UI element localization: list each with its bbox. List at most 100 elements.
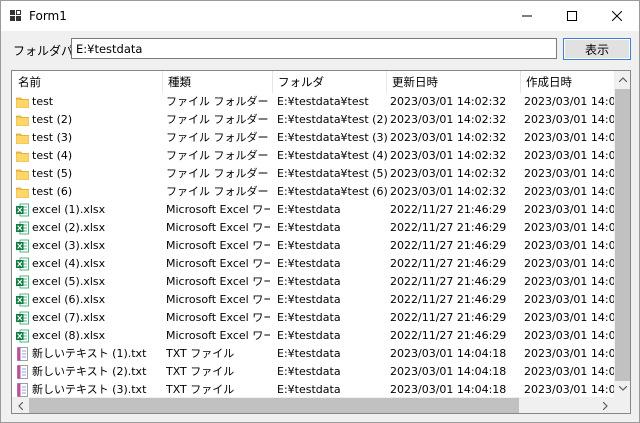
cell-folder: E:¥testdata	[277, 365, 341, 378]
scroll-up-button[interactable]	[614, 71, 630, 88]
column-header-row: 名前 種類 フォルダ 更新日時 作成日時	[12, 71, 614, 93]
excel-icon	[16, 275, 29, 289]
column-header-created[interactable]: 作成日時	[520, 71, 614, 93]
cell-created: 2023/03/01 14:02:32	[524, 167, 614, 180]
table-row[interactable]: test (4) ファイル フォルダー E:¥testdata¥test (4) 20…	[12, 147, 614, 165]
cell-created: 2023/03/01 14:02:32	[524, 203, 614, 216]
cell-name: excel (2).xlsx	[32, 221, 106, 234]
table-row[interactable]: test (5) ファイル フォルダー E:¥testdata¥test (5) 20…	[12, 165, 614, 183]
cell-name: test (2)	[32, 113, 73, 126]
cell-created: 2023/03/01 14:02:32	[524, 185, 614, 198]
vertical-scrollbar[interactable]	[614, 71, 630, 397]
cell-created: 2023/03/01 14:02:32	[524, 131, 614, 144]
table-row[interactable]: excel (3).xlsx Microsoft Excel ワー... E:¥te…	[12, 237, 614, 255]
cell-modified: 2022/11/27 21:46:29	[390, 257, 507, 270]
excel-icon	[16, 311, 29, 325]
table-row[interactable]: test ファイル フォルダー E:¥testdata¥test 2023/03/01…	[12, 93, 614, 111]
cell-folder: E:¥testdata¥test (5)	[277, 167, 387, 180]
cell-created: 2023/03/01 14:03:00	[524, 239, 614, 252]
table-row[interactable]: excel (8).xlsx Microsoft Excel ワー... E:¥te…	[12, 327, 614, 345]
column-header-name[interactable]: 名前	[12, 71, 162, 93]
cell-created: 2023/03/01 14:03:00	[524, 221, 614, 234]
horizontal-scroll-thumb[interactable]	[29, 398, 519, 413]
folder-icon	[16, 131, 29, 145]
cell-modified: 2022/11/27 21:46:29	[390, 239, 507, 252]
maximize-button[interactable]	[549, 1, 594, 31]
table-row[interactable]: 新しいテキスト (2).txt TXT ファイル E:¥testdata 2023/0…	[12, 363, 614, 381]
folder-path-input[interactable]	[71, 38, 557, 59]
folder-icon	[16, 149, 29, 163]
cell-folder: E:¥testdata	[277, 239, 341, 252]
cell-name: excel (5).xlsx	[32, 275, 106, 288]
folder-icon	[16, 185, 29, 199]
minimize-icon	[521, 15, 532, 17]
table-row[interactable]: test (2) ファイル フォルダー E:¥testdata¥test (2) 20…	[12, 111, 614, 129]
cell-name: excel (6).xlsx	[32, 293, 106, 306]
cell-modified: 2022/11/27 21:46:29	[390, 221, 507, 234]
table-row[interactable]: excel (4).xlsx Microsoft Excel ワー... E:¥te…	[12, 255, 614, 273]
cell-modified: 2022/11/27 21:46:29	[390, 293, 507, 306]
chevron-down-icon	[618, 386, 627, 391]
scroll-left-button[interactable]	[12, 397, 29, 413]
cell-name: excel (1).xlsx	[32, 203, 106, 216]
cell-modified: 2023/03/01 14:02:32	[390, 113, 507, 126]
table-row[interactable]: test (6) ファイル フォルダー E:¥testdata¥test (6) 20…	[12, 183, 614, 201]
close-button[interactable]	[594, 1, 639, 31]
cell-type: Microsoft Excel ワー...	[166, 293, 270, 306]
cell-created: 2023/03/01 14:02:32	[524, 113, 614, 126]
table-row[interactable]: test (3) ファイル フォルダー E:¥testdata¥test (3) 20…	[12, 129, 614, 147]
cell-type: ファイル フォルダー	[166, 185, 269, 198]
cell-folder: E:¥testdata	[277, 311, 341, 324]
cell-name: test (6)	[32, 185, 73, 198]
cell-name: test (4)	[32, 149, 73, 162]
cell-created: 2023/03/01 14:03:00	[524, 275, 614, 288]
cell-name: test (3)	[32, 131, 73, 144]
cell-type: Microsoft Excel ワー...	[166, 221, 270, 234]
cell-folder: E:¥testdata¥test (6)	[277, 185, 387, 198]
folder-icon	[16, 113, 29, 127]
horizontal-scrollbar[interactable]	[12, 397, 614, 413]
table-row[interactable]: excel (1).xlsx Microsoft Excel ワー... E:¥te…	[12, 201, 614, 219]
table-row[interactable]: excel (2).xlsx Microsoft Excel ワー... E:¥te…	[12, 219, 614, 237]
show-button[interactable]: 表示	[563, 38, 631, 60]
cell-modified: 2023/03/01 14:02:32	[390, 149, 507, 162]
table-row[interactable]: excel (5).xlsx Microsoft Excel ワー... E:¥te…	[12, 273, 614, 291]
file-rows: test ファイル フォルダー E:¥testdata¥test 2023/03/01…	[12, 93, 614, 399]
cell-modified: 2023/03/01 14:02:32	[390, 167, 507, 180]
cell-folder: E:¥testdata	[277, 221, 341, 234]
text-file-icon	[16, 347, 29, 361]
close-icon	[611, 11, 622, 21]
vertical-scroll-thumb[interactable]	[615, 89, 630, 381]
text-file-icon	[16, 383, 29, 397]
scroll-down-button[interactable]	[614, 380, 630, 397]
cell-type: Microsoft Excel ワー...	[166, 203, 270, 216]
table-row[interactable]: 新しいテキスト (1).txt TXT ファイル E:¥testdata 2023/0…	[12, 345, 614, 363]
text-file-icon	[16, 365, 29, 379]
cell-created: 2023/03/01 14:03:00	[524, 293, 614, 306]
cell-name: excel (3).xlsx	[32, 239, 106, 252]
file-list-view[interactable]: 名前 種類 フォルダ 更新日時 作成日時 test ファイル フォルダー E:¥te…	[11, 70, 631, 414]
cell-type: Microsoft Excel ワー...	[166, 311, 270, 324]
window-title: Form1	[29, 9, 67, 23]
app-icon	[10, 10, 21, 21]
scroll-right-button[interactable]	[597, 397, 614, 413]
table-row[interactable]: excel (6).xlsx Microsoft Excel ワー... E:¥te…	[12, 291, 614, 309]
cell-folder: E:¥testdata¥test (3)	[277, 131, 387, 144]
cell-folder: E:¥testdata¥test	[277, 95, 369, 108]
cell-created: 2023/03/01 14:03:00	[524, 311, 614, 324]
cell-type: TXT ファイル	[166, 365, 235, 378]
table-row[interactable]: excel (7).xlsx Microsoft Excel ワー... E:¥te…	[12, 309, 614, 327]
excel-icon	[16, 257, 29, 271]
column-header-folder[interactable]: フォルダ	[272, 71, 386, 93]
cell-type: Microsoft Excel ワー...	[166, 329, 270, 342]
cell-modified: 2023/03/01 14:04:18	[390, 365, 507, 378]
cell-created: 2023/03/01 14:03:00	[524, 257, 614, 270]
column-header-type[interactable]: 種類	[162, 71, 272, 93]
title-bar[interactable]: Form1	[1, 1, 639, 31]
cell-folder: E:¥testdata¥test (2)	[277, 113, 387, 126]
cell-created: 2023/03/01 14:02:32	[524, 149, 614, 162]
cell-modified: 2023/03/01 14:02:32	[390, 131, 507, 144]
chevron-left-icon	[18, 401, 23, 410]
column-header-modified[interactable]: 更新日時	[386, 71, 520, 93]
minimize-button[interactable]	[504, 1, 549, 31]
